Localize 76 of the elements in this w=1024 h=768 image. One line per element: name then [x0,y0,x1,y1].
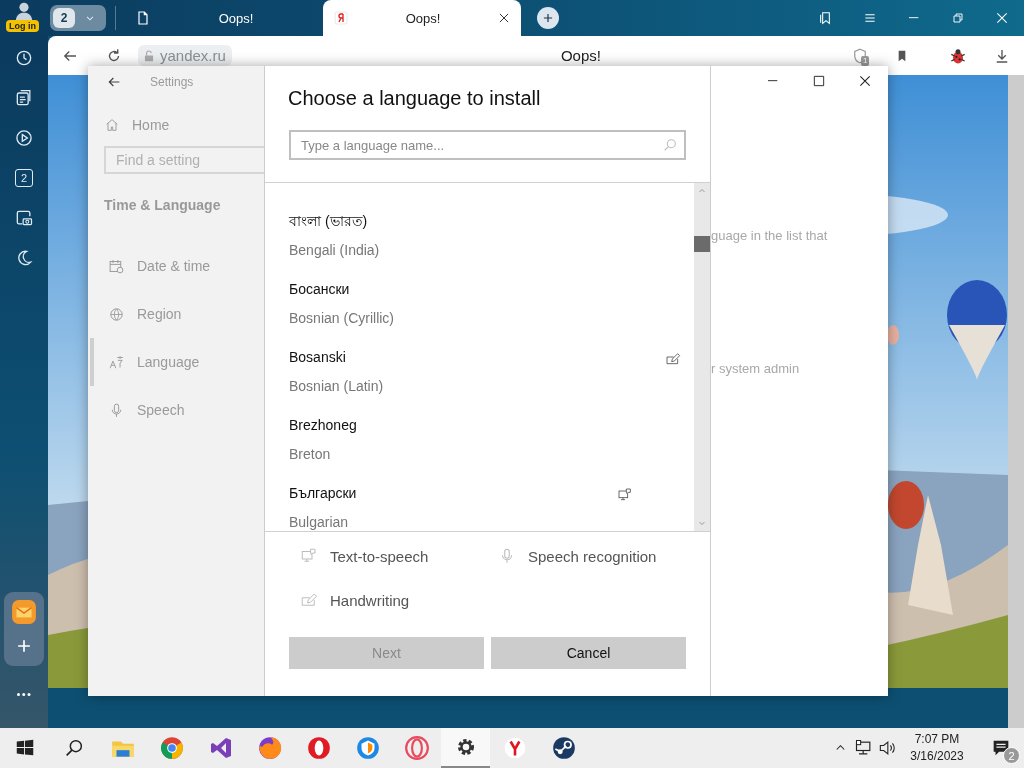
new-tab-button[interactable] [537,7,559,29]
close-icon [857,73,873,89]
clock-date: 3/16/2023 [910,748,964,765]
minimize-icon [909,17,919,19]
tab-counter-button[interactable]: 2 [50,5,106,31]
language-icon [108,353,125,371]
dialog-button[interactable]: Cancel [491,637,686,669]
list-item[interactable]: Български Bulgarian [265,480,694,531]
body-text: guage in the list that [711,228,829,243]
minimize-icon [768,80,778,82]
scrollbar[interactable] [694,183,710,531]
list-item[interactable]: Brezhoneg Breton [265,412,694,480]
browser-icon [256,735,283,761]
steam-icon [550,735,577,761]
close-icon [994,10,1010,26]
feature-label: Text-to-speech [330,547,429,565]
language-name: Bengali (India) [289,241,381,260]
body-text: r system admin [711,361,801,376]
list-item[interactable]: Босански Bosnian (Cyrillic) [265,276,694,344]
browser-tab[interactable]: Oops! [323,0,521,36]
camera-icon [14,208,34,228]
shield-icon [851,46,869,65]
page-title: Oops! [559,47,602,64]
chevron-icon [699,189,705,193]
language-name: Breton [289,445,332,464]
dots-icon [17,692,31,696]
login-badge[interactable]: Log in [6,20,39,32]
scrollbar[interactable] [1008,75,1024,728]
language-name: Босански [289,280,351,299]
clock-icon [14,48,34,68]
language-name: বাংলা (ভারত) [289,212,369,231]
page-icon [135,10,151,26]
notification-count: 2 [1003,747,1020,764]
browser-icon [158,735,185,761]
tab-count: 2 [53,8,75,28]
clock-time: 7:07 PM [914,731,960,748]
chevron-icon [836,745,845,751]
ribbon-icon [208,736,233,760]
lock-icon [142,48,156,63]
calendar-icon [108,257,125,275]
feature-label: Speech recognition [528,547,657,565]
shield-count: 1 [861,55,870,66]
language-name: Български [289,484,358,503]
close-icon[interactable] [497,11,511,25]
maximize-icon [811,73,827,89]
search-field[interactable]: Find a setting [104,146,266,174]
pen-icon [300,591,318,609]
plus-icon [541,11,555,25]
dialog-title: Choose a language to install [288,87,542,111]
monitor-speech-icon [300,547,318,565]
search-icon [662,137,678,153]
tab-count-button[interactable]: 2 [15,169,33,187]
avatar-icon [13,0,35,22]
list-item[interactable]: Bosanski Bosnian (Latin) [265,344,694,412]
home-icon [104,117,120,133]
search-field[interactable]: Type a language name... [289,130,686,160]
globe-icon [108,305,125,323]
site-icon [333,10,349,26]
list-item[interactable]: বাংলা (ভারত) Bengali (India) [265,208,694,276]
feature-label: Handwriting [330,591,410,609]
browser-tab[interactable]: Oops! [125,0,323,36]
language-name: Bosanski [289,348,347,367]
section-heading: Time & Language [104,197,222,215]
ring-icon [403,735,430,761]
restore-icon [950,10,966,26]
language-name: Bulgarian [289,513,350,531]
shield-icon [354,735,381,761]
gear-button[interactable] [441,728,490,768]
language-name: Bosnian (Cyrillic) [289,309,396,328]
mail-icon [11,599,37,625]
ring-icon [305,735,332,761]
scroll-thumb[interactable] [694,236,710,252]
play-icon [14,128,34,148]
language-name: Brezhoneg [289,416,358,435]
window-title: Settings [150,75,194,89]
language-name: Bosnian (Latin) [289,377,385,396]
